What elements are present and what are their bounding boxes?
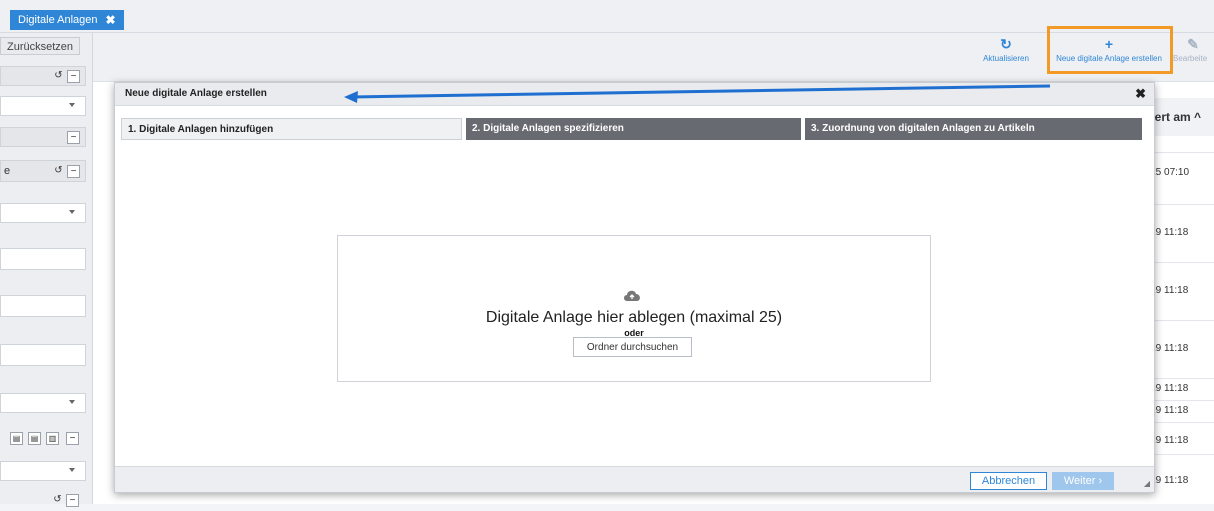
dialog-footer: Abbrechen Weiter › ◢ [115,466,1154,492]
filter-input[interactable] [0,344,86,366]
dialog-header: Neue digitale Anlage erstellen ✖ [115,83,1154,106]
chevron-down-icon [69,103,75,107]
undo-icon[interactable]: ↺ [52,165,65,178]
step-2[interactable]: 2. Digitale Anlagen spezifizieren [466,118,801,140]
cloud-upload-icon [624,290,640,301]
filter-select[interactable] [0,461,86,481]
minus-icon[interactable]: − [66,494,79,507]
minus-icon[interactable]: − [67,70,80,83]
filter-input[interactable] [0,248,86,270]
save-as-icon[interactable]: ▤ [28,432,41,445]
pencil-icon: ✎ [1187,36,1199,52]
filter-select[interactable] [0,96,86,116]
refresh-button[interactable]: ↻ Aktualisieren [973,33,1039,63]
filter-header: ↺ − [0,491,86,511]
undo-icon[interactable]: ↺ [51,494,64,507]
minus-icon[interactable]: − [67,131,80,144]
filter-actions: ▤ ▤ ▥ − [0,429,86,449]
filter-input[interactable] [0,295,86,317]
step-3[interactable]: 3. Zuordnung von digitalen Anlagen zu Ar… [805,118,1142,140]
browse-button[interactable]: Ordner durchsuchen [573,337,692,357]
filter-header: ↺ − [0,66,86,86]
tab-digitale-anlagen[interactable]: Digitale Anlagen ✖ [10,10,124,30]
dropzone-text: Digitale Anlage hier ablegen (maximal 25… [485,309,783,326]
create-asset-dialog: Neue digitale Anlage erstellen ✖ 1. Digi… [114,82,1155,493]
toolbar: ↻ Aktualisieren + Neue digitale Anlage e… [93,33,1214,82]
filter-select[interactable] [0,203,86,223]
trash-icon[interactable]: ▥ [46,432,59,445]
minus-icon[interactable]: − [66,432,79,445]
chevron-down-icon [69,210,75,214]
filter-panel: Zurücksetzen ↺ − − e ↺ − ▤ ▤ ▥ − ↺ − [0,33,93,507]
reset-button[interactable]: Zurücksetzen [0,37,80,55]
dropzone[interactable]: Digitale Anlage hier ablegen (maximal 25… [337,235,931,382]
filter-label: e [4,165,11,177]
refresh-icon: ↻ [1000,36,1012,52]
tab-bar: Digitale Anlagen ✖ [0,0,1214,33]
tab-label: Digitale Anlagen [18,14,98,26]
filter-select[interactable] [0,393,86,413]
minus-icon[interactable]: − [67,165,80,178]
dialog-title: Neue digitale Anlage erstellen [125,88,267,99]
undo-icon[interactable]: ↺ [52,70,65,83]
chevron-down-icon [69,400,75,404]
save-icon[interactable]: ▤ [10,432,23,445]
filter-header: − [0,127,86,147]
edit-button[interactable]: ✎ Bearbeite [1173,33,1214,63]
resize-handle-icon[interactable]: ◢ [1144,479,1150,488]
chevron-down-icon [69,468,75,472]
next-button[interactable]: Weiter › [1052,472,1114,490]
close-icon[interactable]: ✖ [106,10,116,30]
filter-header: e ↺ − [0,160,86,182]
close-icon[interactable]: ✖ [1135,86,1146,102]
step-1[interactable]: 1. Digitale Anlagen hinzufügen [121,118,462,140]
highlight-box [1047,26,1173,74]
cancel-button[interactable]: Abbrechen [970,472,1047,490]
